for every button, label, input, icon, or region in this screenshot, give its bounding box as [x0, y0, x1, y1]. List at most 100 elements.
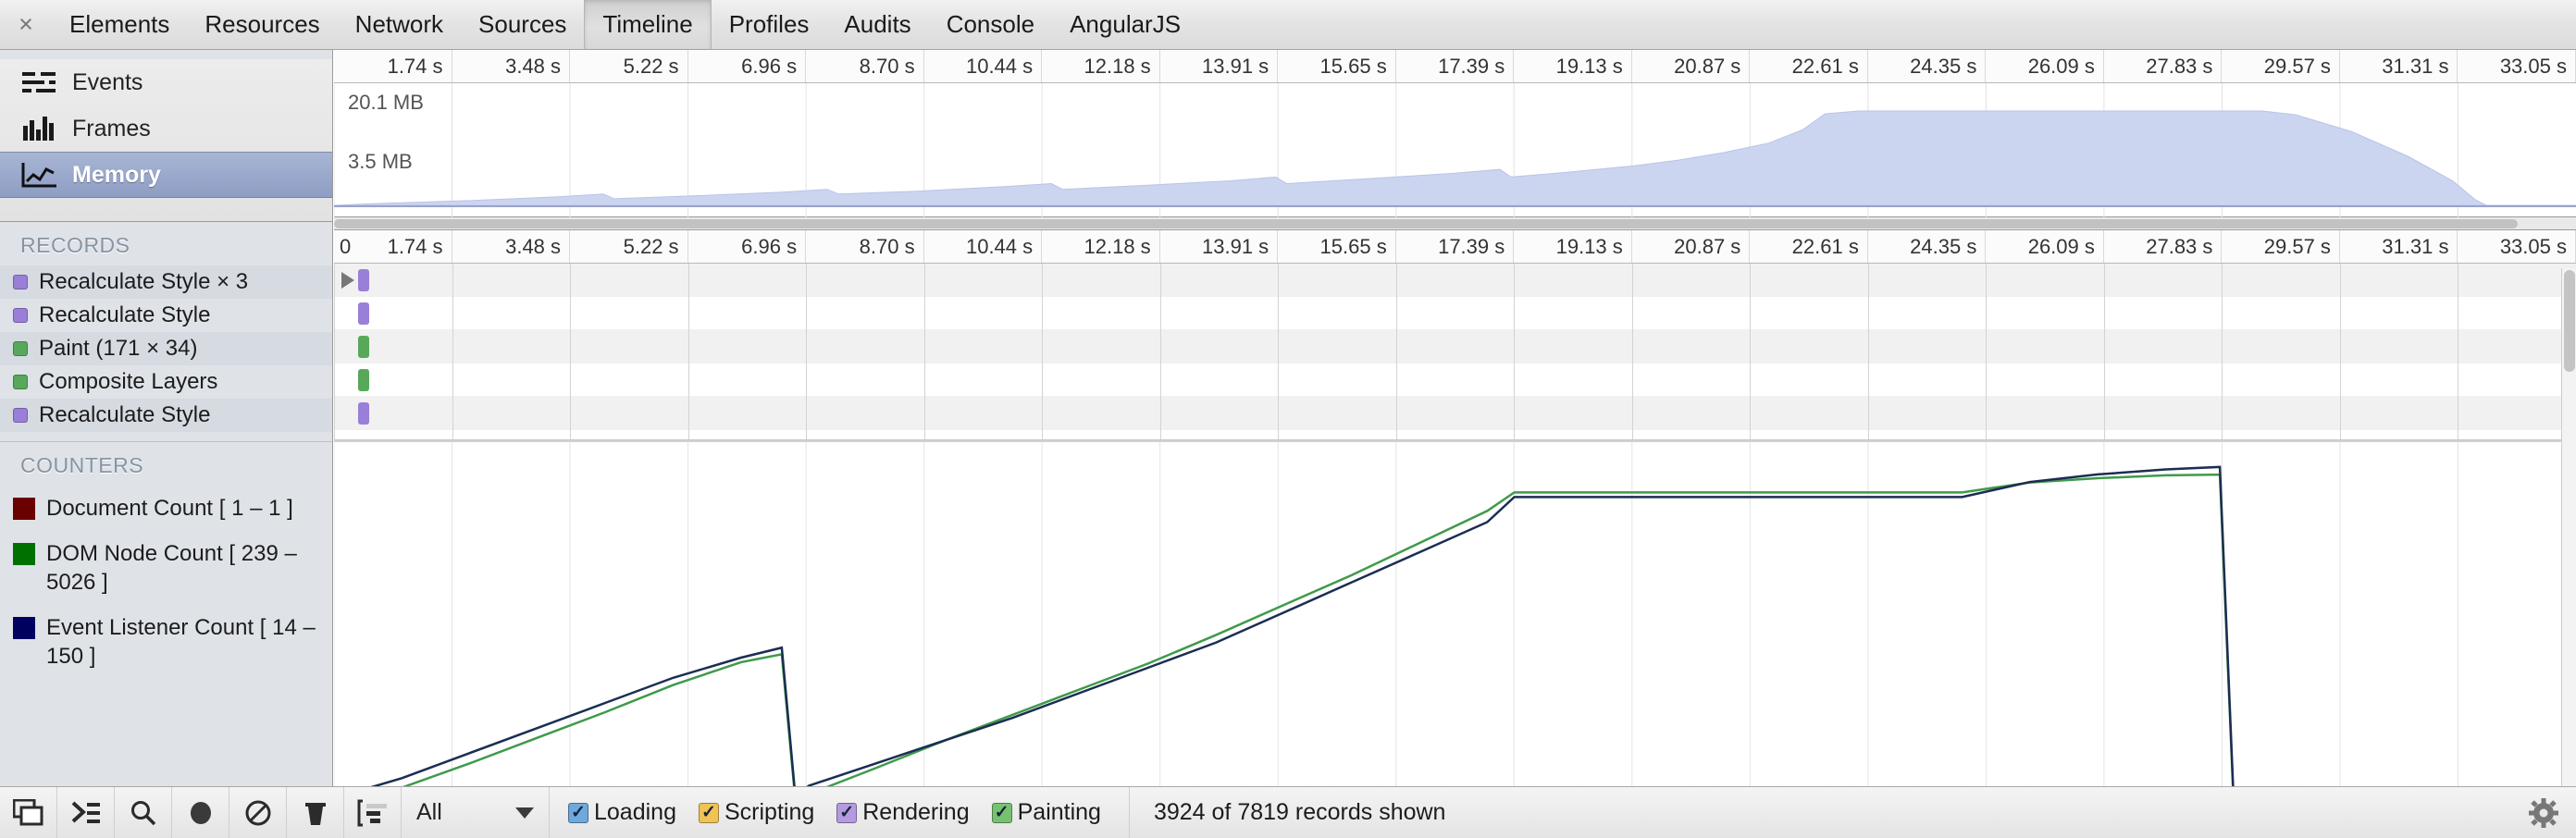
category-filter-checkboxes: ✓ Loading ✓ Scripting ✓ Rendering ✓ Pain… — [550, 787, 1120, 838]
sidebar-item-memory[interactable]: Memory — [0, 152, 332, 198]
vertical-scrollbar[interactable] — [2561, 268, 2576, 838]
close-icon[interactable]: × — [0, 0, 52, 49]
checkbox-checked-icon[interactable]: ✓ — [991, 802, 1012, 823]
counters-chart[interactable] — [334, 439, 2576, 809]
filter-scripting[interactable]: ✓ Scripting — [689, 799, 824, 826]
memory-overview-svg — [334, 83, 2576, 217]
ruler-tick: 10.44 s — [924, 50, 1043, 82]
filter-value: All — [416, 799, 442, 825]
ruler-tick: 29.57 s — [2222, 230, 2340, 263]
counters-section: COUNTERS Document Count [ 1 – 1 ] DOM No… — [0, 441, 332, 830]
flame-chart-button[interactable] — [344, 787, 402, 838]
no-entry-icon — [245, 800, 270, 825]
sidebar-item-events[interactable]: Events — [0, 59, 332, 105]
records-list: Recalculate Style × 3 Recalculate Style … — [0, 265, 332, 441]
checkbox-checked-icon[interactable]: ✓ — [568, 802, 588, 823]
tab-timeline[interactable]: Timeline — [584, 0, 712, 49]
records-shown-status: 3924 of 7819 records shown — [1128, 787, 1445, 838]
counter-item-dom-node-count[interactable]: DOM Node Count [ 239 – 5026 ] — [0, 531, 332, 605]
scrollbar-thumb[interactable] — [334, 219, 2518, 228]
grid-line — [1159, 264, 1161, 439]
tab-profiles[interactable]: Profiles — [712, 0, 827, 49]
ruler-tick: 22.61 s — [1750, 230, 1868, 263]
show-console-button[interactable] — [57, 787, 115, 838]
tab-elements[interactable]: Elements — [52, 0, 187, 49]
tab-sources[interactable]: Sources — [461, 0, 584, 49]
console-prompt-icon — [71, 801, 100, 823]
sidebar-item-frames[interactable]: Frames — [0, 105, 332, 152]
counter-color-swatch — [13, 617, 35, 639]
record-bar[interactable] — [358, 336, 369, 358]
checkbox-checked-icon[interactable]: ✓ — [698, 802, 719, 823]
table-row[interactable] — [334, 364, 2576, 397]
settings-button[interactable] — [2511, 787, 2576, 838]
record-bar[interactable] — [358, 369, 369, 391]
counter-label: Document Count [ 1 – 1 ] — [46, 496, 293, 521]
tab-resources[interactable]: Resources — [187, 0, 337, 49]
ruler-tick: 1.74 s — [334, 50, 452, 82]
dock-to-side-button[interactable] — [0, 787, 57, 838]
grid-line — [1395, 264, 1397, 439]
grid-line — [1514, 264, 1516, 439]
list-item[interactable]: Paint (171 × 34) — [0, 332, 332, 365]
filter-rendering[interactable]: ✓ Rendering — [827, 799, 978, 826]
table-row[interactable] — [334, 264, 2576, 297]
record-bar[interactable] — [358, 269, 369, 291]
filter-painting[interactable]: ✓ Painting — [983, 799, 1110, 826]
category-filter-select[interactable]: All — [402, 787, 550, 838]
search-button[interactable] — [115, 787, 172, 838]
ruler-tick: 26.09 s — [1986, 230, 2104, 263]
records-time-ruler: 0 1.74 s 3.48 s 5.22 s 6.96 s 8.70 s 10.44 s 12… — [334, 230, 2576, 264]
counters-section-header: COUNTERS — [0, 442, 332, 486]
scrollbar-thumb[interactable] — [2564, 270, 2575, 372]
counter-item-event-listener-count[interactable]: Event Listener Count [ 14 – 150 ] — [0, 605, 332, 679]
ruler-tick: 3.48 s — [452, 230, 571, 263]
ruler-tick: 26.09 s — [1986, 50, 2104, 82]
devtools-tab-bar: × Elements Resources Network Sources Tim… — [0, 0, 2576, 50]
tab-console[interactable]: Console — [929, 0, 1052, 49]
counter-color-swatch — [13, 543, 35, 565]
records-section-header: RECORDS — [0, 222, 332, 265]
grid-line — [1867, 264, 1869, 439]
record-bar[interactable] — [358, 402, 369, 425]
sidebar-item-label: Memory — [72, 161, 161, 188]
filter-loading[interactable]: ✓ Loading — [559, 799, 686, 826]
clear-button[interactable] — [229, 787, 287, 838]
record-button[interactable] — [172, 787, 229, 838]
overview-horizontal-scrollbar[interactable] — [334, 217, 2576, 230]
grid-line — [1750, 264, 1752, 439]
list-item[interactable]: Composite Layers — [0, 365, 332, 399]
ruler-tick: 24.35 s — [1868, 230, 1987, 263]
tab-audits[interactable]: Audits — [826, 0, 928, 49]
list-item[interactable]: Recalculate Style — [0, 399, 332, 432]
ruler-tick: 27.83 s — [2104, 50, 2223, 82]
ruler-tick: 33.05 s — [2458, 50, 2576, 82]
memory-max-label: 20.1 MB — [345, 91, 427, 115]
tab-network[interactable]: Network — [338, 0, 461, 49]
table-row[interactable] — [334, 397, 2576, 430]
counter-item-document-count[interactable]: Document Count [ 1 – 1 ] — [0, 486, 332, 531]
view-mode-list: Events Frames Memory — [0, 59, 332, 222]
grid-line — [1042, 264, 1044, 439]
list-item[interactable]: Recalculate Style × 3 — [0, 265, 332, 299]
grid-line — [1631, 264, 1633, 439]
table-row[interactable] — [334, 330, 2576, 364]
record-color-swatch — [13, 408, 28, 423]
chevron-right-icon[interactable] — [341, 272, 354, 289]
overview-time-ruler: 1.74 s 3.48 s 5.22 s 6.96 s 8.70 s 10.44 s 12.… — [334, 50, 2576, 83]
ruler-tick: 8.70 s — [806, 50, 924, 82]
checkbox-checked-icon[interactable]: ✓ — [836, 802, 858, 823]
ruler-tick: 19.13 s — [1514, 50, 1632, 82]
chart-series-line — [334, 465, 2576, 800]
table-row[interactable] — [334, 297, 2576, 330]
tab-angularjs[interactable]: AngularJS — [1052, 0, 1198, 49]
record-bar[interactable] — [358, 302, 369, 325]
timeline-panel: Events Frames Memory RECORDS Recalculate… — [0, 50, 2576, 838]
grid-line — [923, 264, 925, 439]
memory-overview-graph[interactable]: 20.1 MB 3.5 MB — [334, 83, 2576, 217]
record-circle-icon — [190, 801, 211, 824]
ruler-tick: 12.18 s — [1042, 230, 1160, 263]
ruler-tick: 29.57 s — [2222, 50, 2340, 82]
garbage-collect-button[interactable] — [287, 787, 344, 838]
list-item[interactable]: Recalculate Style — [0, 299, 332, 332]
